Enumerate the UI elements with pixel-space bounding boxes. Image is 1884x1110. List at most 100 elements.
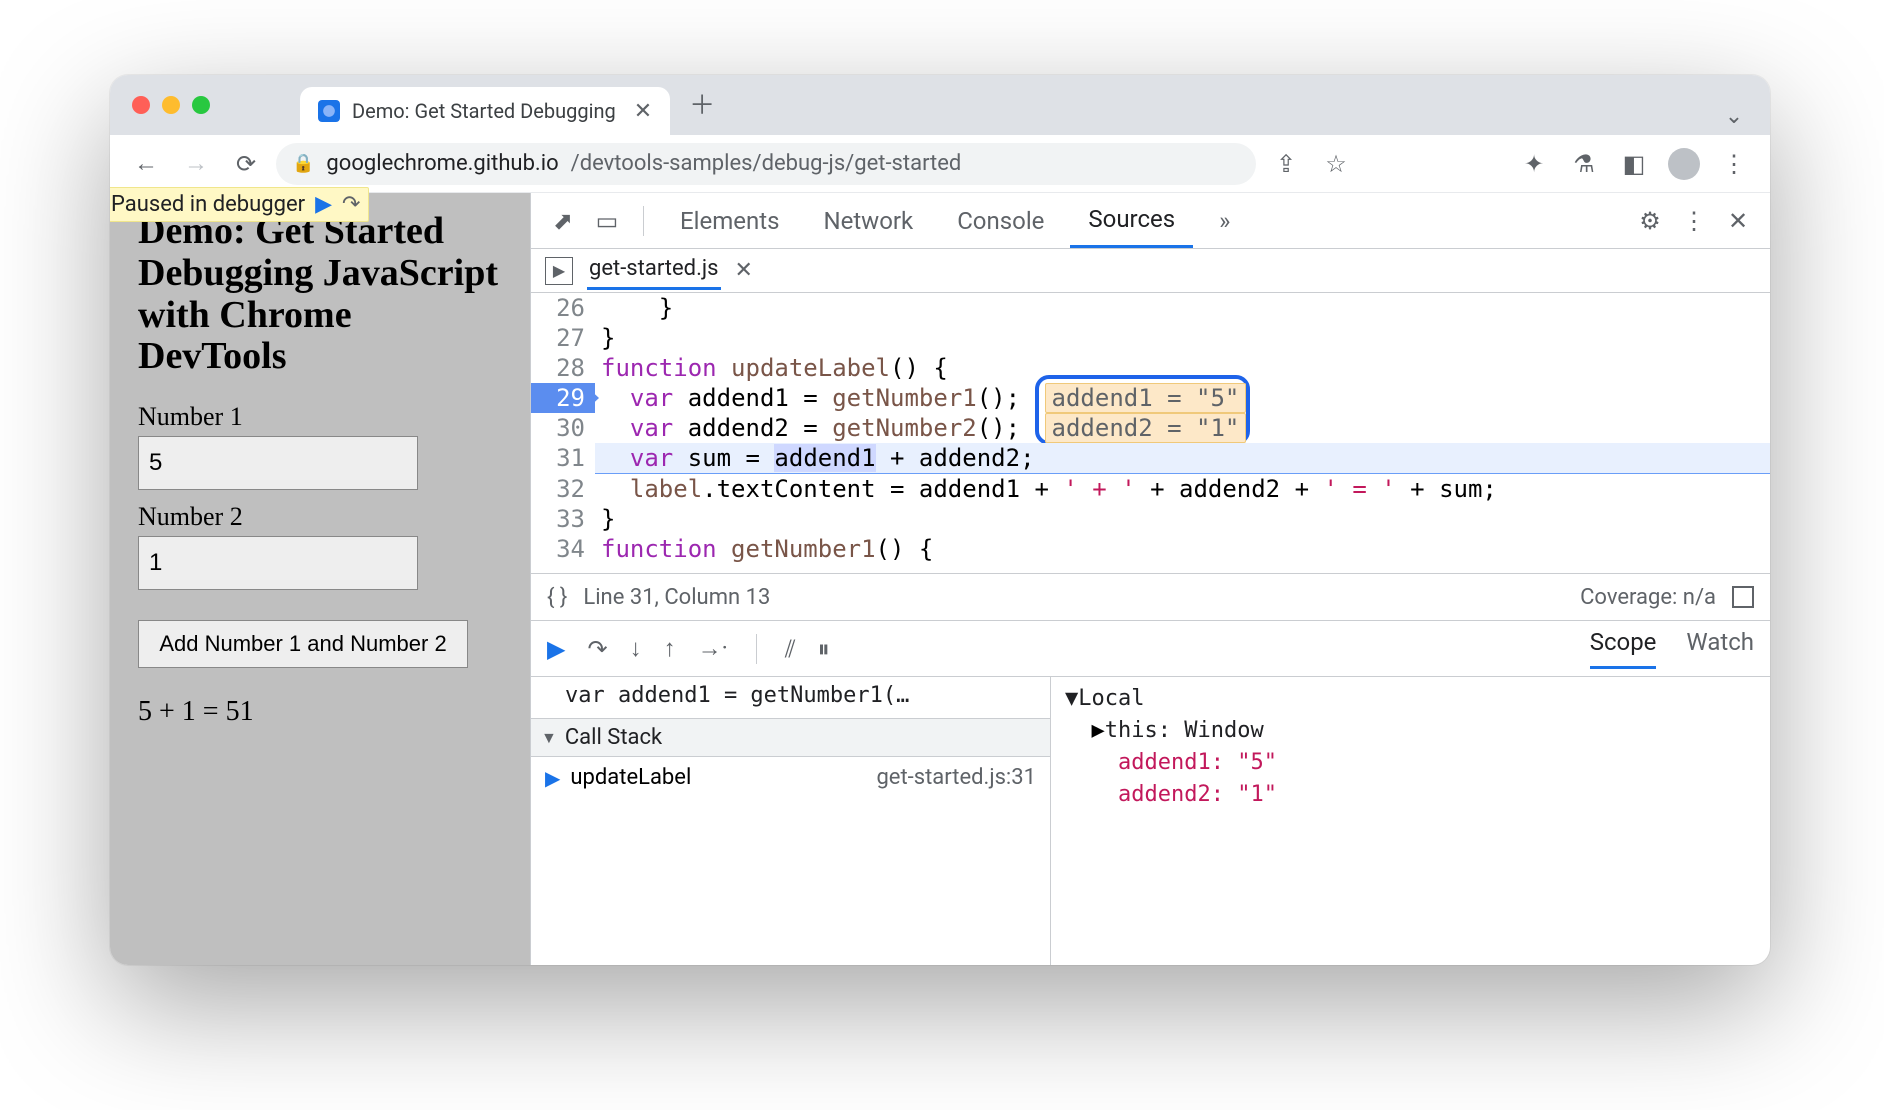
gutter-line[interactable]: 32 xyxy=(531,474,595,504)
paused-in-debugger-overlay: Paused in debugger ▶ ↷ xyxy=(110,187,369,222)
profile-button[interactable] xyxy=(1664,144,1704,184)
inspect-element-button[interactable]: ⬈ xyxy=(545,207,581,235)
devtools-menu-button[interactable]: ⋮ xyxy=(1676,207,1712,235)
gutter-line[interactable]: 27 xyxy=(531,323,595,353)
coverage-toggle-button[interactable] xyxy=(1732,586,1754,608)
device-toolbar-button[interactable]: ▭ xyxy=(589,207,625,235)
code-line[interactable]: } xyxy=(595,293,1770,323)
paused-label: Paused in debugger xyxy=(111,192,305,217)
close-devtools-button[interactable]: ✕ xyxy=(1720,207,1756,235)
cursor-position: Line 31, Column 13 xyxy=(583,585,770,610)
pause-on-exceptions-button[interactable]: ⏸ xyxy=(818,635,830,663)
lock-icon: 🔒 xyxy=(292,153,314,174)
gutter-line[interactable]: 33 xyxy=(531,504,595,534)
sidebar-tab-scope[interactable]: Scope xyxy=(1590,628,1657,669)
code-line[interactable]: var addend1 = getNumber1(); addend1 = "5… xyxy=(595,383,1770,413)
code-line[interactable]: var addend2 = getNumber2(); addend2 = "1… xyxy=(595,413,1770,443)
labs-button[interactable]: ⚗ xyxy=(1564,144,1604,184)
tab-title: Demo: Get Started Debugging xyxy=(352,99,616,123)
close-file-button[interactable]: ✕ xyxy=(735,258,753,283)
devtools-tab-console[interactable]: Console xyxy=(939,193,1062,248)
resume-button[interactable]: ▶ xyxy=(547,635,565,663)
inline-value-pill: addend2 = "1" xyxy=(1045,413,1247,443)
tab-overflow-button[interactable]: ⌄ xyxy=(1714,104,1754,129)
scope-this-row[interactable]: ▶this: Window xyxy=(1065,715,1756,747)
close-window-button[interactable] xyxy=(132,96,150,114)
add-button[interactable]: Add Number 1 and Number 2 xyxy=(138,620,468,668)
address-bar[interactable]: 🔒 googlechrome.github.io/devtools-sample… xyxy=(276,143,1256,185)
gutter-line[interactable]: 28 xyxy=(531,353,595,383)
callstack-header[interactable]: ▼Call Stack xyxy=(531,718,1050,757)
editor-status-bar: { } Line 31, Column 13 Coverage: n/a xyxy=(531,573,1770,621)
pretty-print-button[interactable]: { } xyxy=(547,585,567,610)
gutter-line[interactable]: 31 xyxy=(531,443,595,474)
show-navigator-button[interactable]: ▶ xyxy=(545,257,573,285)
page-viewport: Paused in debugger ▶ ↷ Demo: Get Started… xyxy=(110,193,530,965)
overlay-step-over-button[interactable]: ↷ xyxy=(342,192,360,217)
window-controls xyxy=(132,75,210,135)
source-file-tabbar: ▶ get-started.js ✕ xyxy=(531,249,1770,293)
number1-label: Number 1 xyxy=(138,402,502,432)
close-tab-button[interactable]: ✕ xyxy=(634,99,652,124)
result-text: 5 + 1 = 51 xyxy=(138,696,502,728)
inline-value-pill: addend1 = "5" xyxy=(1045,383,1247,413)
devtools-tab-sources[interactable]: Sources xyxy=(1070,193,1193,248)
overlay-resume-button[interactable]: ▶ xyxy=(315,192,332,217)
code-line[interactable]: label.textContent = addend1 + ' + ' + ad… xyxy=(595,474,1770,504)
callstack-frame[interactable]: ▶updateLabelget-started.js:31 xyxy=(531,757,1050,798)
coverage-label: Coverage: n/a xyxy=(1580,585,1716,610)
more-tabs-button[interactable]: » xyxy=(1201,193,1248,248)
tab-strip: Demo: Get Started Debugging ✕ ＋ ⌄ xyxy=(110,75,1770,135)
code-line[interactable]: function updateLabel() { xyxy=(595,353,1770,383)
new-tab-button[interactable]: ＋ xyxy=(682,83,722,123)
sidebar-tab-watch[interactable]: Watch xyxy=(1686,628,1754,669)
code-line[interactable]: } xyxy=(595,504,1770,534)
deactivate-breakpoints-button[interactable]: ⫽ xyxy=(785,635,796,663)
back-button[interactable]: ← xyxy=(126,144,166,184)
code-editor[interactable]: 26 }27}28function updateLabel() {29 var … xyxy=(531,293,1770,573)
step-over-button[interactable]: ↷ xyxy=(587,635,607,663)
code-line[interactable]: var sum = addend1 + addend2; xyxy=(595,443,1770,474)
code-line[interactable]: } xyxy=(595,323,1770,353)
forward-button[interactable]: → xyxy=(176,144,216,184)
number2-input[interactable] xyxy=(138,536,418,590)
gutter-line[interactable]: 34 xyxy=(531,534,595,564)
settings-button[interactable]: ⚙ xyxy=(1632,207,1668,235)
number2-label: Number 2 xyxy=(138,502,502,532)
devtools-tab-network[interactable]: Network xyxy=(805,193,931,248)
step-button[interactable]: →· xyxy=(698,634,728,663)
browser-tab[interactable]: Demo: Get Started Debugging ✕ xyxy=(300,87,670,135)
callstack-pane: var addend1 = getNumber1(… ▼Call Stack ▶… xyxy=(531,677,1051,965)
debugger-toolbar: ▶ ↷ ↓ ↑ →· ⫽ ⏸ Scope Watch xyxy=(531,621,1770,677)
share-button[interactable]: ⇪ xyxy=(1266,144,1306,184)
menu-button[interactable]: ⋮ xyxy=(1714,144,1754,184)
url-path: /devtools-samples/debug-js/get-started xyxy=(571,151,962,176)
gutter-line[interactable]: 26 xyxy=(531,293,595,323)
maximize-window-button[interactable] xyxy=(192,96,210,114)
devtools-panel: ⬈ ▭ ElementsNetworkConsoleSources » ⚙ ⋮ … xyxy=(530,193,1770,965)
file-tab[interactable]: get-started.js xyxy=(587,252,721,290)
url-host: googlechrome.github.io xyxy=(326,151,558,176)
scope-pane: ▼Local ▶this: Window addend1: "5" addend… xyxy=(1051,677,1770,965)
extensions-button[interactable]: ✦ xyxy=(1514,144,1554,184)
current-frame-icon: ▶ xyxy=(545,766,560,790)
gutter-line[interactable]: 30 xyxy=(531,413,595,443)
scope-variable-row[interactable]: addend2: "1" xyxy=(1065,779,1756,811)
devtools-tabbar: ⬈ ▭ ElementsNetworkConsoleSources » ⚙ ⋮ … xyxy=(531,193,1770,249)
page-heading: Demo: Get Started Debugging JavaScript w… xyxy=(138,211,502,378)
code-line[interactable]: function getNumber1() { xyxy=(595,534,1770,564)
devtools-tab-elements[interactable]: Elements xyxy=(662,193,797,248)
number1-input[interactable] xyxy=(138,436,418,490)
side-panel-button[interactable]: ◧ xyxy=(1614,144,1654,184)
step-out-button[interactable]: ↑ xyxy=(664,634,676,663)
reload-button[interactable]: ⟳ xyxy=(226,144,266,184)
browser-window: Demo: Get Started Debugging ✕ ＋ ⌄ ← → ⟳ … xyxy=(110,75,1770,965)
scope-local-header[interactable]: ▼Local xyxy=(1065,683,1756,715)
favicon-icon xyxy=(318,100,340,122)
minimize-window-button[interactable] xyxy=(162,96,180,114)
step-into-button[interactable]: ↓ xyxy=(630,634,642,663)
scope-variable-row[interactable]: addend1: "5" xyxy=(1065,747,1756,779)
browser-toolbar: ← → ⟳ 🔒 googlechrome.github.io/devtools-… xyxy=(110,135,1770,193)
paused-location-snippet: var addend1 = getNumber1(… xyxy=(531,677,1050,718)
bookmark-button[interactable]: ☆ xyxy=(1316,144,1356,184)
